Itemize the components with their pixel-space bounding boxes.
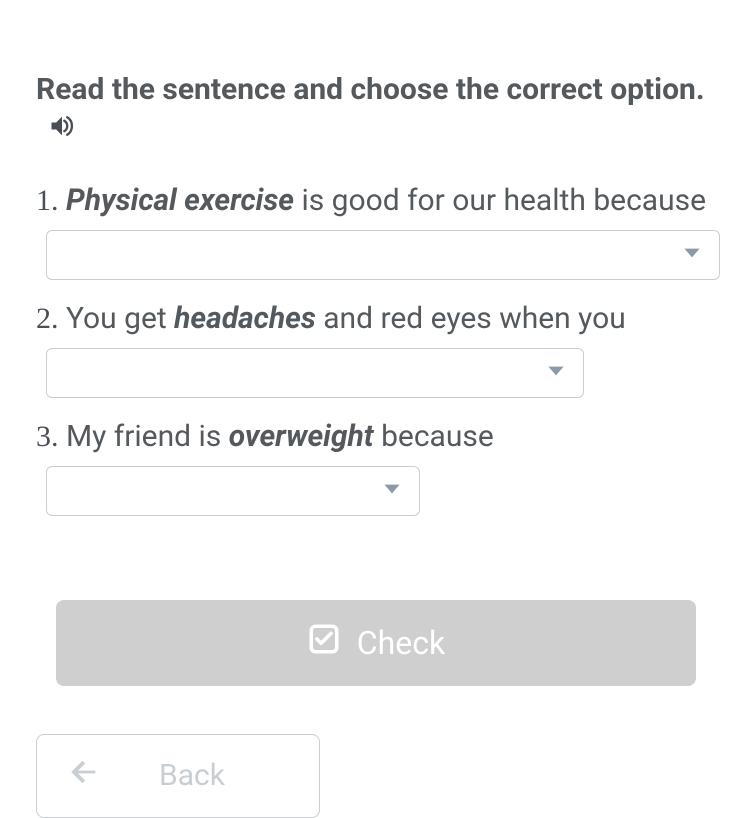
chevron-down-icon — [679, 240, 705, 270]
audio-icon[interactable] — [48, 111, 76, 152]
check-button[interactable]: Check — [56, 600, 696, 686]
question-number: 1. — [36, 184, 59, 217]
chevron-down-icon — [543, 358, 569, 388]
check-icon — [307, 622, 341, 664]
question-1: 1. Physical exercise is good for our hea… — [36, 180, 714, 280]
exercise-container: Read the sentence and choose the correct… — [0, 0, 750, 818]
question-tail: and red eyes when you — [323, 301, 626, 336]
emphasis-term: Physical exercise — [66, 183, 294, 218]
question-lead: My friend is — [66, 419, 229, 454]
question-tail: is good for our health because — [301, 183, 706, 218]
answer-dropdown-3[interactable] — [46, 466, 420, 516]
question-number: 3. — [36, 420, 59, 453]
instruction-heading: Read the sentence and choose the correct… — [36, 70, 714, 152]
question-2: 2. You get headaches and red eyes when y… — [36, 298, 714, 398]
question-3: 3. My friend is overweight because — [36, 416, 714, 516]
check-label: Check — [357, 624, 445, 662]
question-lead: You get — [66, 301, 174, 336]
arrow-left-icon — [67, 755, 101, 797]
answer-dropdown-2[interactable] — [46, 348, 584, 398]
question-number: 2. — [36, 302, 59, 335]
emphasis-term: overweight — [229, 419, 374, 454]
chevron-down-icon — [379, 476, 405, 506]
emphasis-term: headaches — [174, 301, 316, 336]
question-tail: because — [381, 419, 494, 454]
back-button[interactable]: Back — [36, 734, 320, 818]
back-label: Back — [159, 758, 225, 793]
instruction-text: Read the sentence and choose the correct… — [36, 72, 705, 107]
answer-dropdown-1[interactable] — [46, 230, 720, 280]
